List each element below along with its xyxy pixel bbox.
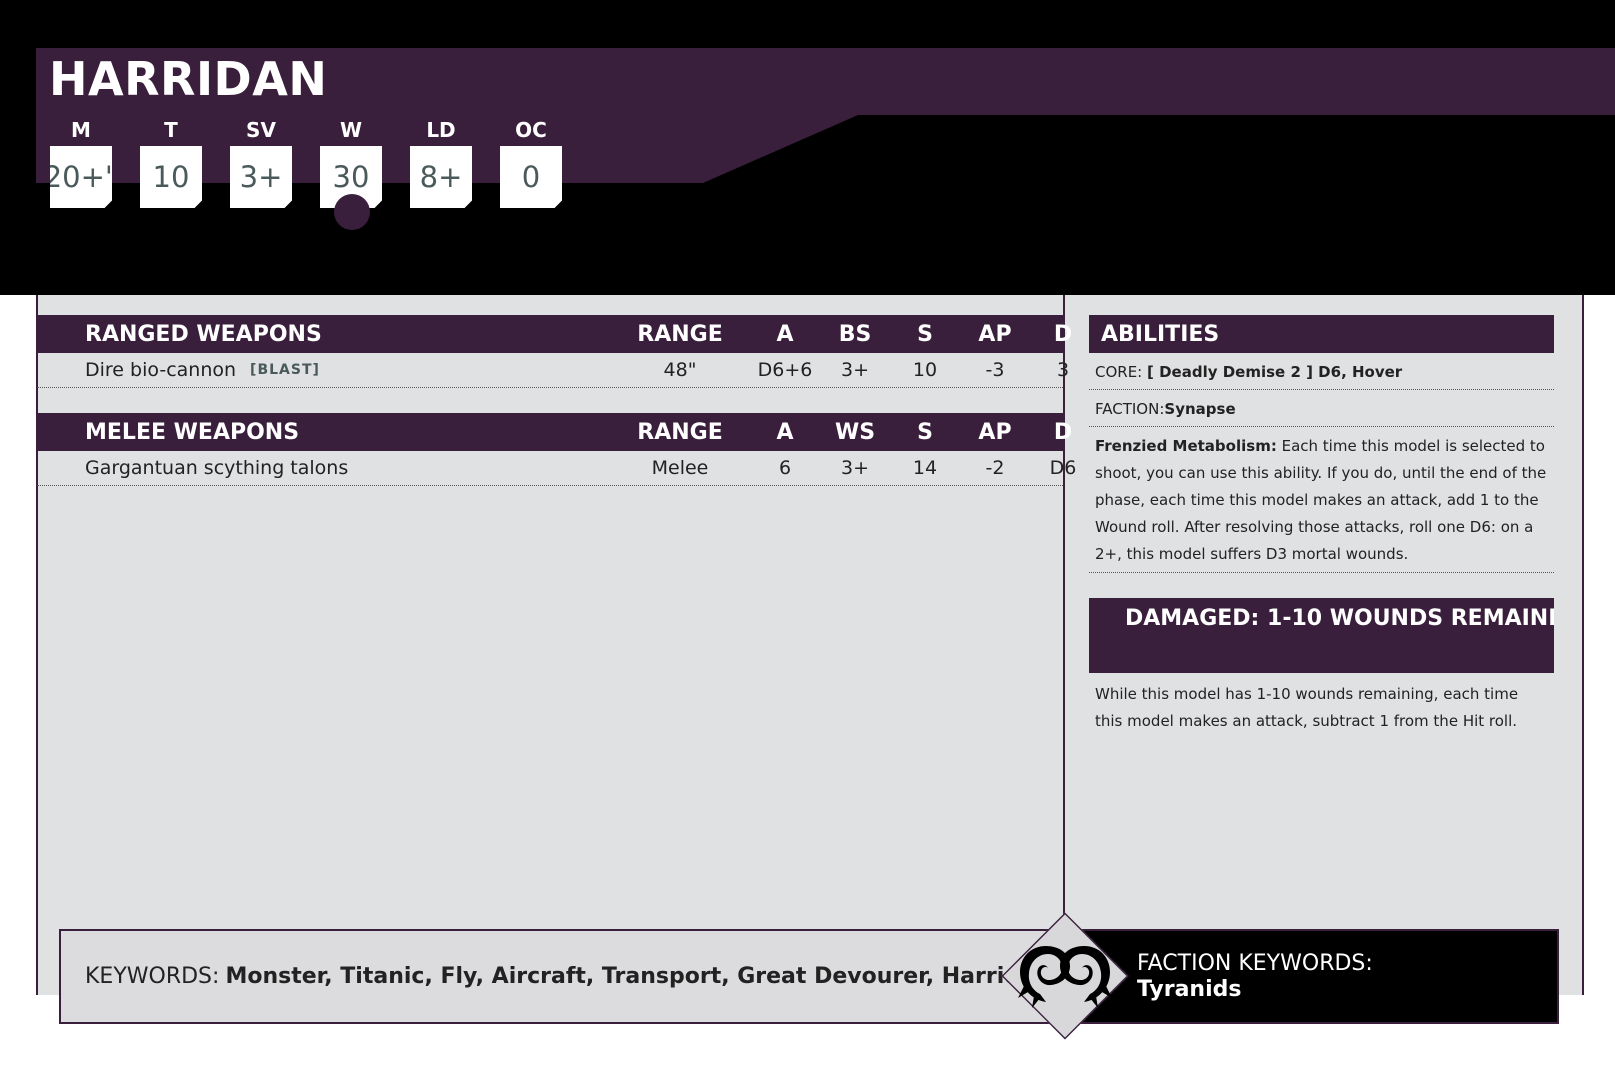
stat-label: LD	[426, 118, 456, 142]
weapon-keyword-tag: [BLAST]	[250, 362, 320, 378]
stat-label: T	[164, 118, 178, 142]
unit-name: HARRIDAN	[49, 52, 328, 106]
damaged-title: DAMAGED: 1-10 WOUNDS REMAINING	[1125, 606, 1554, 631]
weapon-name-cell: Dire bio-cannon [BLAST]	[85, 353, 320, 387]
faction-keywords-value: Tyranids	[1137, 977, 1242, 1002]
stat-value: 0	[500, 146, 562, 208]
core-value: [ Deadly Demise 2 ] D6, Hover	[1147, 363, 1403, 381]
stat-oc: OC 0	[499, 116, 563, 208]
ability-text: Each time this model is selected to shoo…	[1095, 437, 1547, 563]
stat-m: M 20+"	[49, 116, 113, 208]
melee-weapons-table: MELEE WEAPONS RANGE A WS S AP D Gargantu…	[37, 413, 1076, 486]
melee-weapons-title: MELEE WEAPONS	[85, 419, 300, 445]
weapon-range: 48"	[663, 359, 697, 381]
stat-label: M	[71, 118, 91, 142]
column-divider	[1063, 295, 1065, 929]
damaged-text: While this model has 1-10 wounds remaini…	[1095, 685, 1519, 730]
weapon-row: Dire bio-cannon [BLAST] 48" D6+6 3+ 10 -…	[37, 353, 1069, 388]
frenzied-metabolism-ability: Frenzied Metabolism: Each time this mode…	[1089, 427, 1554, 573]
stat-value: 3+	[230, 146, 292, 208]
faction-label: FACTION:	[1095, 400, 1165, 418]
ranged-weapons-table: RANGED WEAPONS RANGE A BS S AP D Dire bi…	[37, 315, 1072, 388]
stat-sv: SV 3+	[229, 116, 293, 208]
faction-abilities: FACTION:Synapse	[1089, 390, 1554, 427]
faction-keywords: FACTION KEYWORDS: Tyranids	[1137, 951, 1373, 1003]
ranged-weapons-title: RANGED WEAPONS	[85, 321, 322, 347]
weapon-range: Melee	[651, 457, 709, 479]
core-abilities: CORE: [ Deadly Demise 2 ] D6, Hover	[1089, 353, 1554, 390]
ranged-weapons-header: RANGED WEAPONS RANGE A BS S AP D	[37, 315, 1072, 353]
ability-title: Frenzied Metabolism:	[1095, 437, 1277, 455]
stat-value: 8+	[410, 146, 472, 208]
core-label: CORE:	[1095, 363, 1143, 381]
keywords-value: Monster, Titanic, Fly, Aircraft, Transpo…	[225, 964, 1051, 989]
header-range: RANGE	[637, 419, 723, 445]
keywords: KEYWORDS: Monster, Titanic, Fly, Aircraf…	[85, 931, 1051, 1022]
abilities-title: ABILITIES	[1089, 315, 1554, 353]
stat-ld: LD 8+	[409, 116, 473, 208]
stat-label: OC	[515, 118, 547, 142]
tyranid-faction-icon	[1018, 946, 1112, 1008]
stat-label: SV	[246, 118, 276, 142]
header-range: RANGE	[637, 321, 723, 347]
weapon-name: Gargantuan scything talons	[85, 457, 349, 479]
stat-value: 10	[140, 146, 202, 208]
faction-value: Synapse	[1164, 400, 1236, 418]
faction-keywords-label: FACTION KEYWORDS:	[1137, 951, 1373, 976]
wounds-marker-dot	[334, 194, 370, 230]
abilities-section: ABILITIES CORE: [ Deadly Demise 2 ] D6, …	[1089, 315, 1554, 743]
weapon-row: Gargantuan scything talons Melee 6 3+ 14…	[37, 451, 1076, 486]
stat-label: W	[339, 118, 363, 142]
stat-value: 20+"	[50, 146, 112, 208]
stat-t: T 10	[139, 116, 203, 208]
damaged-header: DAMAGED: 1-10 WOUNDS REMAINING	[1089, 598, 1554, 673]
weapon-name: Dire bio-cannon	[85, 359, 237, 381]
melee-weapons-header: MELEE WEAPONS RANGE A WS S AP D	[37, 413, 1072, 451]
keywords-label: KEYWORDS:	[85, 964, 220, 989]
